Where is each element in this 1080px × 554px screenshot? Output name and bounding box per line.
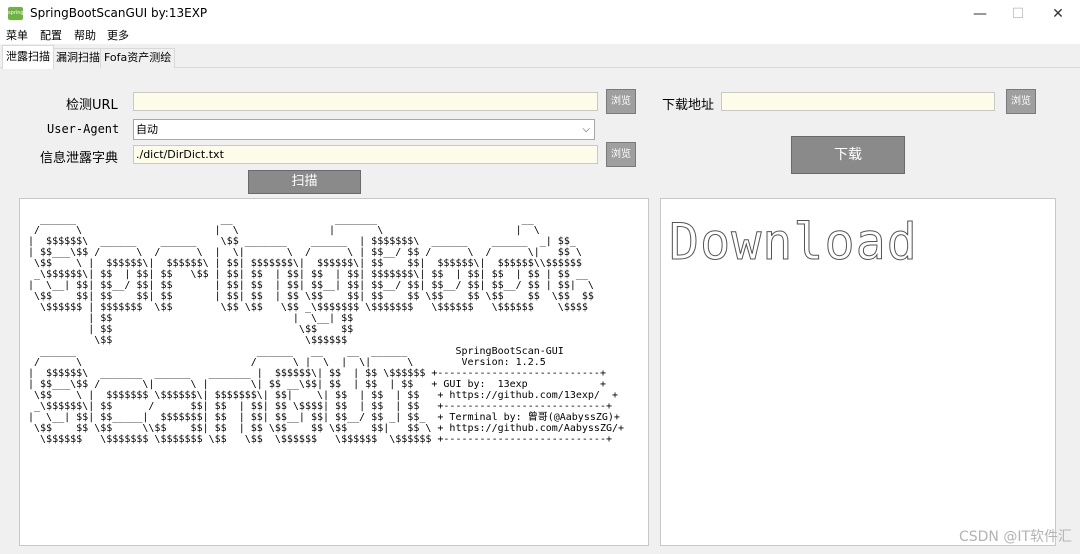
chevron-down-icon: ⌵ bbox=[582, 124, 590, 135]
user-agent-select[interactable]: 自动 ⌵ bbox=[133, 119, 595, 140]
tab-vuln-scan[interactable]: 漏洞扫描 bbox=[52, 48, 104, 68]
dict-input[interactable]: ./dict/DirDict.txt bbox=[133, 145, 598, 164]
download-output-console[interactable]: Download bbox=[660, 198, 1056, 546]
menu-item-config[interactable]: 配置 bbox=[40, 28, 62, 44]
download-addr-label: 下载地址 bbox=[662, 98, 715, 113]
title-bar: spring SpringBootScanGUI by:13EXP — ☐ ✕ bbox=[0, 0, 1080, 28]
menu-item-more[interactable]: 更多 bbox=[107, 28, 129, 44]
scan-button[interactable]: 扫描 bbox=[248, 170, 361, 194]
maximize-button[interactable]: ☐ bbox=[998, 0, 1038, 28]
download-ascii-art: Download bbox=[669, 213, 918, 272]
close-button[interactable]: ✕ bbox=[1038, 0, 1078, 28]
tab-fofa[interactable]: Fofa资产测绘 bbox=[100, 48, 176, 68]
scan-output-console[interactable]: ______ __ _______ __ / \ | \ | \ | \ | $… bbox=[19, 198, 649, 546]
download-browse-button[interactable]: 浏览 bbox=[1006, 89, 1036, 114]
ascii-banner: ______ __ _______ __ / \ | \ | \ | \ | $… bbox=[28, 214, 625, 445]
minimize-button[interactable]: — bbox=[960, 0, 1000, 28]
user-agent-value: 自动 bbox=[136, 123, 158, 136]
menu-item-menu[interactable]: 菜单 bbox=[6, 28, 28, 44]
url-label: 检测URL bbox=[66, 98, 118, 113]
tab-strip: 泄露扫描 漏洞扫描 Fofa资产测绘 bbox=[0, 45, 1080, 69]
watermark: CSDN @IT软件汇 bbox=[958, 529, 1072, 545]
spring-app-icon: spring bbox=[8, 7, 24, 20]
url-input[interactable] bbox=[133, 92, 598, 111]
dict-browse-button[interactable]: 浏览 bbox=[606, 142, 636, 167]
url-browse-button[interactable]: 浏览 bbox=[606, 89, 636, 114]
download-addr-input[interactable] bbox=[721, 92, 995, 111]
user-agent-label: User-Agent bbox=[47, 122, 120, 136]
tab-leak-scan[interactable]: 泄露扫描 bbox=[2, 45, 54, 69]
menu-bar: 菜单 配置 帮助 更多 bbox=[0, 28, 1080, 44]
leak-scan-panel: 检测URL 浏览 User-Agent 自动 ⌵ 信息泄露字典 ./dict/D… bbox=[0, 68, 1080, 554]
download-button[interactable]: 下载 bbox=[791, 136, 905, 174]
menu-item-help[interactable]: 帮助 bbox=[74, 28, 96, 44]
dict-label: 信息泄露字典 bbox=[40, 151, 119, 166]
window-title: SpringBootScanGUI by:13EXP bbox=[30, 6, 208, 20]
